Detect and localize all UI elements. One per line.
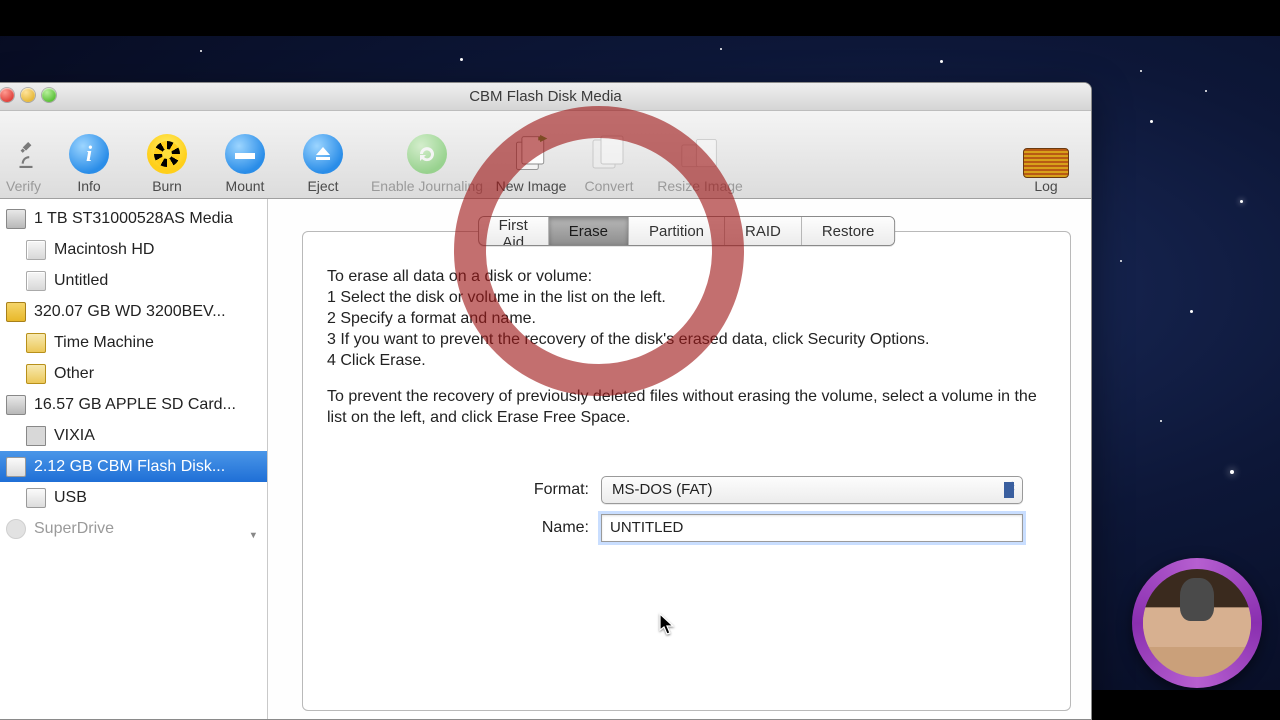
convert-label: Convert [584,178,633,194]
tab-raid[interactable]: RAID [725,217,802,245]
instr-para-2: To prevent the recovery of previously de… [327,386,1046,428]
log-label: Log [1034,178,1057,194]
sidebar-item-label: 1 TB ST31000528AS Media [34,210,233,228]
sidebar-resize-handle[interactable]: ▸ [248,533,261,539]
vol-icon [26,240,46,260]
close-button[interactable] [0,88,14,102]
resize-image-button[interactable]: Resize Image [648,116,752,194]
window-controls [0,88,56,102]
vol-y-icon [26,333,46,353]
vol-y-icon [26,364,46,384]
tab-bar: First Aid Erase Partition RAID Restore [478,216,896,246]
mount-button[interactable]: ▬ Mount [206,116,284,194]
burn-button[interactable]: Burn [128,116,206,194]
sidebar-item[interactable]: Time Machine [0,327,267,358]
format-value: MS-DOS (FAT) [612,481,713,498]
sidebar-item-label: VIXIA [54,427,95,445]
instructions: To erase all data on a disk or volume: 1… [327,266,1046,428]
resize-image-label: Resize Image [657,178,743,194]
eject-button[interactable]: Eject [284,116,362,194]
tab-panel: First Aid Erase Partition RAID Restore T… [302,231,1071,711]
instr-heading: To erase all data on a disk or volume: [327,268,592,285]
microscope-icon [6,132,46,178]
eject-icon [303,134,343,174]
zoom-button[interactable] [42,88,56,102]
sidebar-item-label: Untitled [54,272,108,290]
new-image-button[interactable]: New Image [492,116,570,194]
burn-label: Burn [152,178,182,194]
hdd-icon [6,209,26,229]
name-input[interactable] [601,514,1023,542]
usb-icon [26,488,46,508]
log-button[interactable]: Log [1007,116,1085,194]
sidebar-item[interactable]: Untitled [0,265,267,296]
sidebar-item-label: Macintosh HD [54,241,154,259]
new-image-label: New Image [496,178,567,194]
instr-step-1: 1 Select the disk or volume in the list … [327,289,666,306]
tab-partition[interactable]: Partition [629,217,725,245]
mount-label: Mount [226,178,265,194]
sidebar-item-label: Other [54,365,94,383]
instr-step-2: 2 Specify a format and name. [327,310,536,327]
info-icon: i [69,134,109,174]
sidebar-item[interactable]: Other [0,358,267,389]
new-image-icon [511,134,551,174]
hdd-icon [6,395,26,415]
burn-icon [147,134,187,174]
erase-form: Format: MS-DOS (FAT) ▲▼ Name: [327,476,1046,542]
convert-icon [589,134,629,174]
sd-icon [26,426,46,446]
journaling-icon [407,134,447,174]
disk-sidebar[interactable]: 1 TB ST31000528AS Media Macintosh HD Untit… [0,199,268,719]
sidebar-item[interactable]: 1 TB ST31000528AS Media [0,203,267,234]
sidebar-item[interactable]: 16.57 GB APPLE SD Card... [0,389,267,420]
info-button[interactable]: i Info [50,116,128,194]
select-arrows-icon: ▲▼ [1008,480,1016,496]
desktop-background: CBM Flash Disk Media Verify i Info Burn … [0,0,1280,720]
minimize-button[interactable] [21,88,35,102]
main-content: First Aid Erase Partition RAID Restore T… [268,199,1091,719]
sidebar-item-label: 16.57 GB APPLE SD Card... [34,396,236,414]
eject-label: Eject [307,178,338,194]
sidebar-item-label: 2.12 GB CBM Flash Disk... [34,458,225,476]
enable-journaling-button[interactable]: Enable Journaling [362,116,492,194]
name-label: Name: [327,519,601,537]
tab-erase[interactable]: Erase [549,217,629,245]
profile-avatar[interactable] [1132,558,1262,688]
sidebar-item-label: SuperDrive [34,520,114,538]
instr-step-4: 4 Click Erase. [327,352,426,369]
sidebar-item[interactable]: 2.12 GB CBM Flash Disk... [0,451,267,482]
toolbar: Verify i Info Burn ▬ Mount Eject [0,111,1091,199]
sidebar-item[interactable]: Macintosh HD [0,234,267,265]
vol-icon [26,271,46,291]
journaling-label: Enable Journaling [371,178,483,194]
drive-dim-icon [6,519,26,539]
tab-first-aid[interactable]: First Aid [479,217,549,245]
log-icon [1023,148,1069,178]
format-label: Format: [327,481,601,499]
sidebar-item[interactable]: 320.07 GB WD 3200BEV... [0,296,267,327]
avatar-image [1143,569,1251,677]
format-select[interactable]: MS-DOS (FAT) ▲▼ [601,476,1023,504]
sidebar-item[interactable]: VIXIA [0,420,267,451]
instr-step-3: 3 If you want to prevent the recovery of… [327,331,929,348]
usb-icon [6,457,26,477]
sidebar-item-label: Time Machine [54,334,154,352]
sidebar-item[interactable]: USB [0,482,267,513]
verify-button[interactable]: Verify [6,116,50,194]
verify-label: Verify [6,178,41,194]
convert-button[interactable]: Convert [570,116,648,194]
letterbox-top [0,0,1280,36]
titlebar[interactable]: CBM Flash Disk Media [0,83,1091,111]
disk-utility-window: CBM Flash Disk Media Verify i Info Burn … [0,82,1092,720]
tab-restore[interactable]: Restore [802,217,895,245]
hdd-y-icon [6,302,26,322]
window-title: CBM Flash Disk Media [0,83,1091,111]
info-label: Info [77,178,100,194]
sidebar-item-label: USB [54,489,87,507]
sidebar-item[interactable]: SuperDrive [0,513,267,544]
resize-image-icon [680,134,720,174]
sidebar-item-label: 320.07 GB WD 3200BEV... [34,303,226,321]
mount-icon: ▬ [225,134,265,174]
